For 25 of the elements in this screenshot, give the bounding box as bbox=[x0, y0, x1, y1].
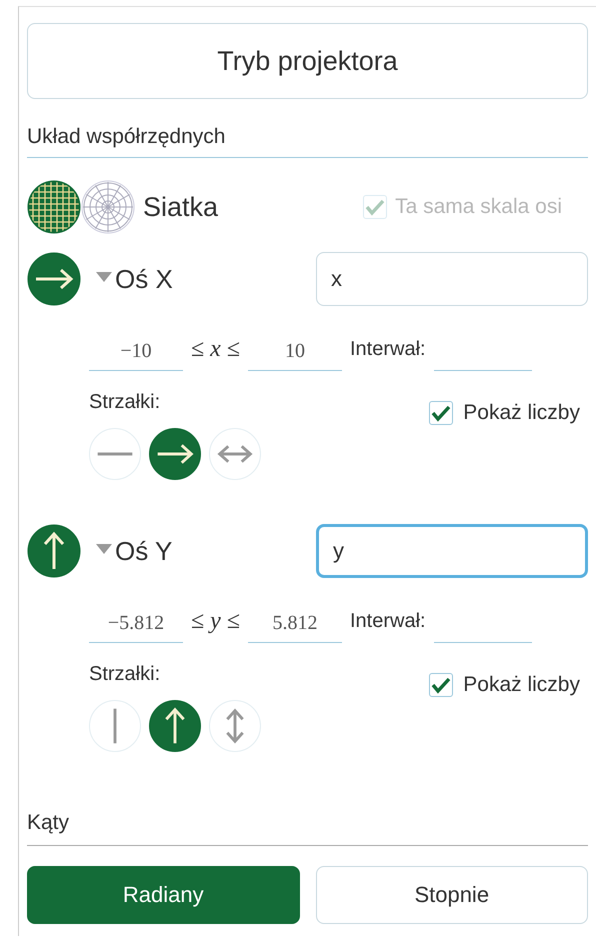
grid-label: Siatka bbox=[143, 192, 218, 222]
arrows-label: Strzałki: bbox=[89, 391, 162, 414]
min-field[interactable]: −10 bbox=[89, 332, 183, 371]
inequality-text: ≤ x ≤ bbox=[191, 336, 240, 364]
interval-label: Interwał: bbox=[350, 338, 426, 362]
section-title: Kąty bbox=[27, 811, 70, 834]
angle-unit-button[interactable]: Radiany bbox=[27, 866, 300, 924]
min-field[interactable]: −5.812 bbox=[89, 604, 183, 643]
inequality-text: ≤ y ≤ bbox=[191, 608, 240, 636]
checkbox[interactable] bbox=[429, 673, 454, 697]
axis-label: Oś X bbox=[115, 264, 173, 294]
axis-name-field[interactable]: y bbox=[316, 524, 588, 578]
projector-mode-button[interactable]: Tryb projektora bbox=[27, 23, 588, 99]
checkbox-label: Pokaż liczby bbox=[463, 673, 580, 697]
arrows-label: Strzałki: bbox=[89, 663, 162, 686]
checkbox[interactable] bbox=[429, 401, 454, 425]
checkbox-label: Pokaż liczby bbox=[463, 401, 580, 425]
checkbox-label: Ta sama skala osi bbox=[395, 195, 562, 219]
angle-unit-button[interactable]: Stopnie bbox=[316, 866, 588, 924]
section-title: Układ współrzędnych bbox=[27, 125, 226, 149]
axis-name-field[interactable]: x bbox=[316, 252, 588, 306]
axis-label: Oś Y bbox=[115, 536, 172, 566]
max-field[interactable]: 10 bbox=[248, 332, 342, 371]
max-field[interactable]: 5.812 bbox=[248, 604, 342, 643]
interval-label: Interwał: bbox=[350, 610, 426, 634]
